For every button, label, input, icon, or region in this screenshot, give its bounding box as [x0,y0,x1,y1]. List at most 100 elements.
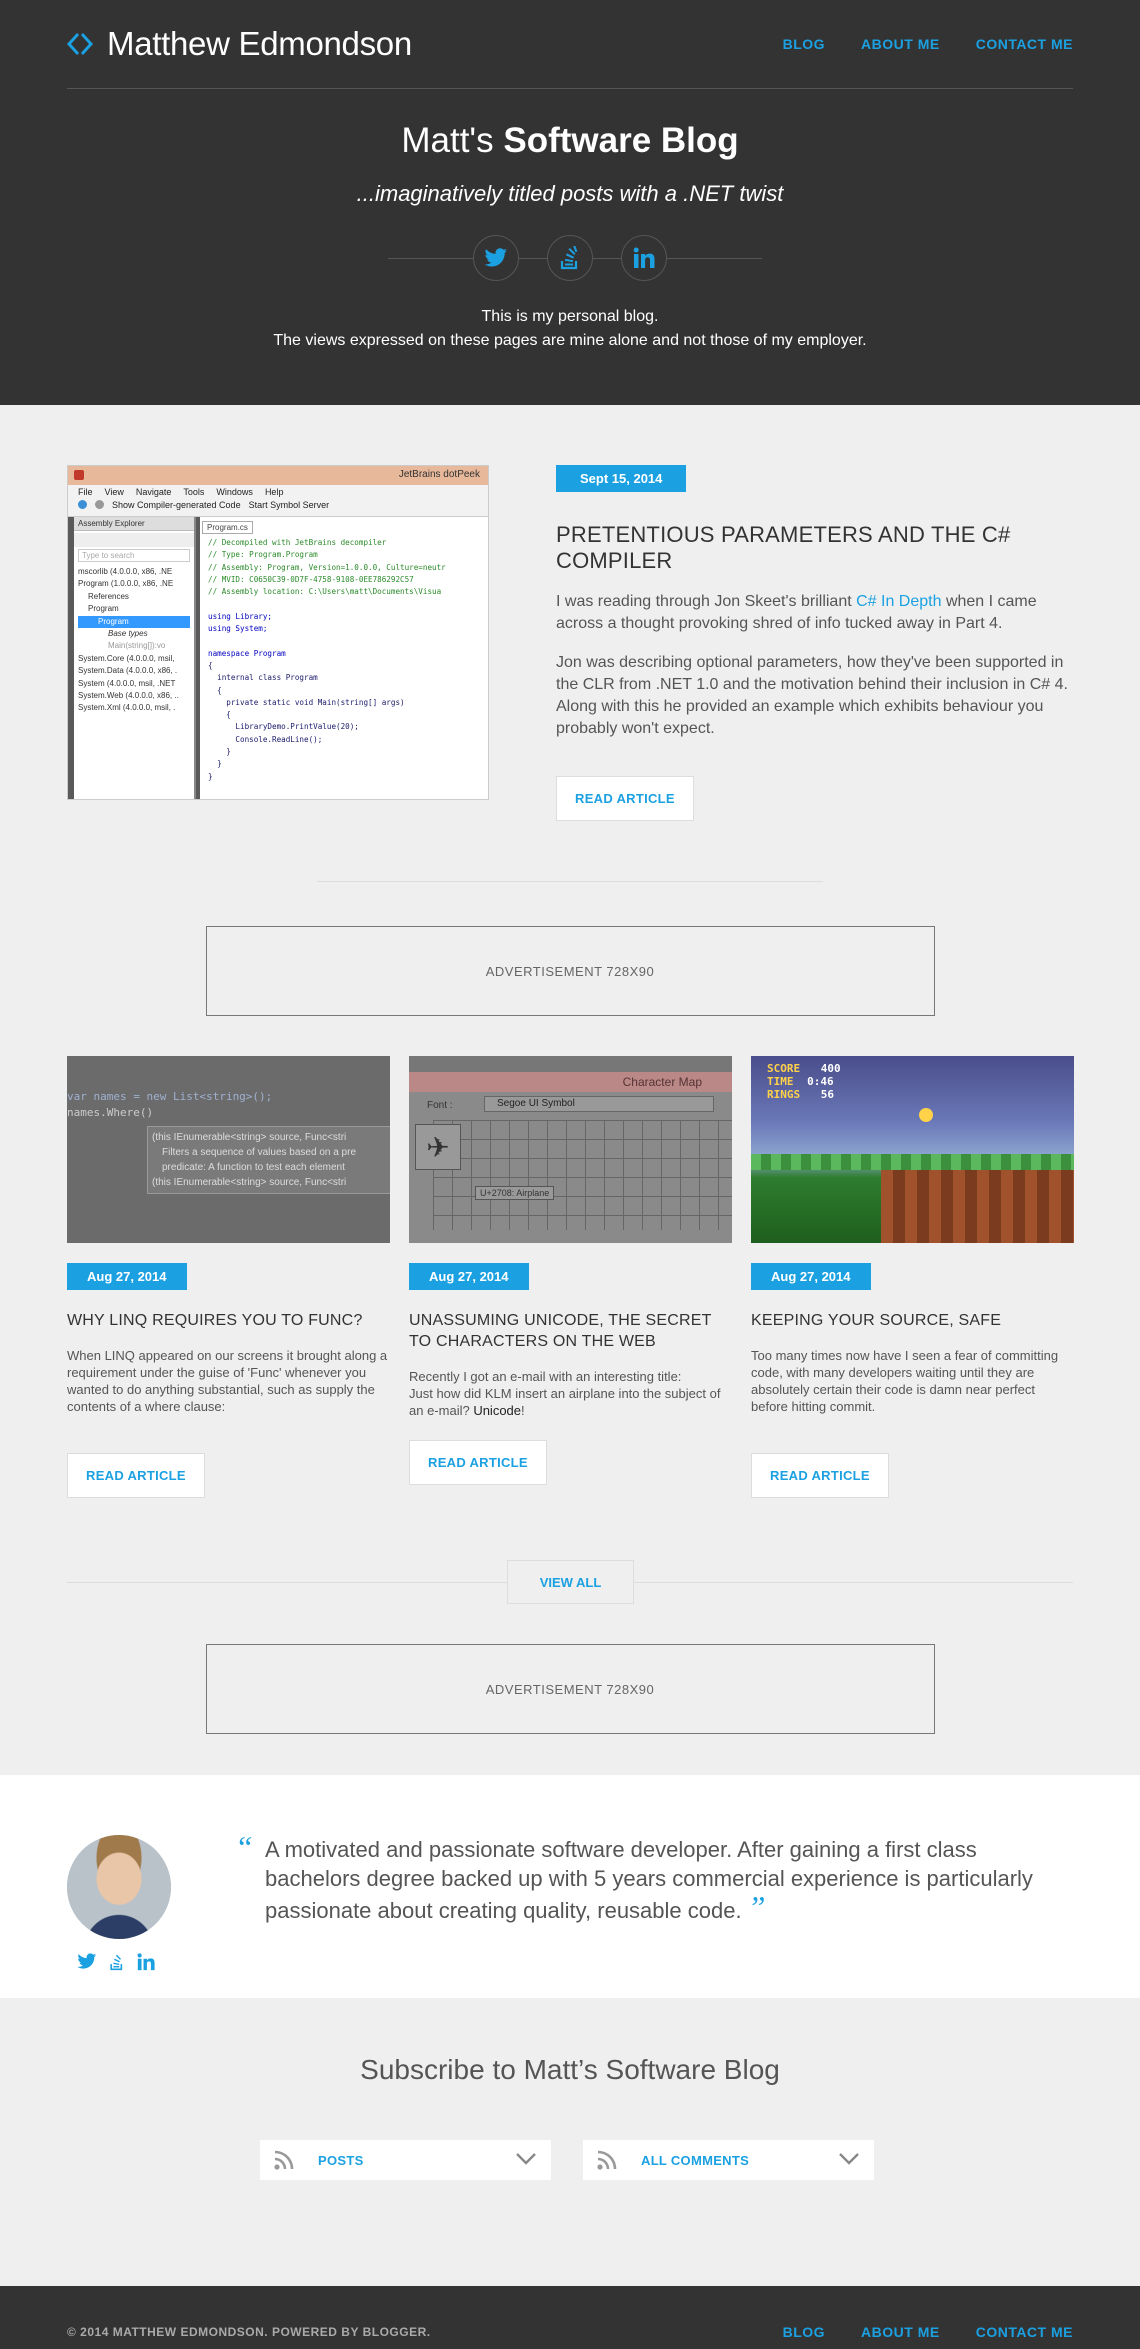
tree-item: System.Web (4.0.0.0, x86, .. [78,691,179,701]
read-article-button[interactable]: READ ARTICLE [556,776,694,821]
code-line: namespace Program [208,648,286,658]
tree-item: Base types [108,629,148,639]
twitter-icon [484,248,507,267]
about-social-links [67,1953,173,1971]
chevron-down-icon [516,2153,536,2165]
post-card-image[interactable]: var names = new List<string>(); names.Wh… [67,1056,390,1243]
window-body: Assembly Explorer Type to search mscorli… [68,517,488,799]
code-line: } [208,771,213,781]
menu-tools: Tools [183,487,205,497]
linkedin-button[interactable] [621,235,667,281]
blog-title-bold: Software Blog [503,121,739,160]
featured-post-image[interactable]: JetBrains dotPeek File View Navigate Too… [67,465,489,800]
nav-blog[interactable]: BLOG [783,36,825,52]
app-icon [74,470,84,480]
menu-file: File [78,487,93,497]
rss-icon [597,2150,617,2170]
advertisement-banner[interactable]: ADVERTISEMENT 728X90 [205,1644,935,1734]
post-card-image[interactable]: SCORE 400 TIME 0:46 RINGS 56 [751,1056,1074,1243]
code-line: using Library; [208,611,273,621]
top-bar: Matthew Edmondson BLOG ABOUT ME CONTACT … [67,0,1073,89]
tree-item: Program (1.0.0.0, x86, .NE [78,579,174,589]
view-all-button[interactable]: VIEW ALL [507,1560,634,1604]
tree-item: System.Core (4.0.0.0, msil, [78,653,175,663]
footer-nav-about-me[interactable]: ABOUT ME [861,2324,940,2340]
view-all-row: VIEW ALL [67,1560,1073,1604]
rss-icon [274,2150,294,2170]
book-link[interactable]: C# In Depth [856,593,941,610]
tree-item: Program [88,604,119,614]
twitter-icon[interactable] [77,1953,97,1970]
featured-post-body: Sept 15, 2014 PRETENTIOUS PARAMETERS AND… [556,465,1073,821]
code-line: Console.ReadLine(); [208,734,323,744]
post-card: Character Map Font : Segoe UI Symbol ✈ U… [409,1056,732,1498]
code-line: // Type: Program.Program [208,550,318,560]
footer-nav-blog[interactable]: BLOG [783,2324,825,2340]
blog-tagline: ...imaginatively titled posts with a .NE… [356,181,784,206]
tree-item-selected: Program [78,615,190,629]
window-title: JetBrains dotPeek [398,469,480,480]
read-article-button[interactable]: READ ARTICLE [67,1453,205,1498]
menu-windows: Windows [216,487,253,497]
advertisement-banner[interactable]: ADVERTISEMENT 728X90 [205,926,935,1016]
post-excerpt-2: Jon was describing optional parameters, … [556,654,1068,737]
blog-title-prefix: Matt's [401,121,494,160]
post-excerpt-1: I was reading through Jon Skeet's brilli… [556,593,1037,632]
read-article-button[interactable]: READ ARTICLE [409,1440,547,1485]
nav-about-me[interactable]: ABOUT ME [861,36,940,52]
post-title[interactable]: WHY LINQ REQUIRES YOU TO FUNC? [67,1310,390,1331]
section-divider [317,881,823,882]
window-titlebar: JetBrains dotPeek [68,466,488,485]
post-cards: var names = new List<string>(); names.Wh… [67,1056,1074,1498]
subscribe-section: Subscribe to Matt’s Software Blog POSTS … [0,1998,1140,2286]
post-card: var names = new List<string>(); names.Wh… [67,1056,390,1498]
post-title[interactable]: KEEPING YOUR SOURCE, SAFE [751,1310,1074,1331]
brand[interactable]: Matthew Edmondson [67,25,412,63]
menu-view: View [104,487,124,497]
tree-item: System (4.0.0.0, msil, .NET [78,678,176,688]
image-code-line: var names = new List<string>(); [67,1090,273,1103]
back-icon [78,500,87,509]
author-bio-quote: “ A motivated and passionate software de… [235,1831,1035,1971]
subscribe-posts-dropdown[interactable]: POSTS [260,2140,551,2180]
menu-navigate: Navigate [135,487,172,497]
main-nav: BLOG ABOUT ME CONTACT ME [783,36,1073,52]
code-line: { [208,710,231,720]
code-block: // Decompiled with JetBrains decompiler /… [200,535,488,785]
subscribe-comments-dropdown[interactable]: ALL COMMENTS [583,2140,874,2180]
stackoverflow-button[interactable] [547,235,593,281]
twitter-button[interactable] [473,235,519,281]
disclaimer: This is my personal blog. The views expr… [67,305,1073,353]
post-title[interactable]: PRETENTIOUS PARAMETERS AND THE C# COMPIL… [556,522,1073,574]
brand-name: Matthew Edmondson [107,25,412,62]
game-ring [919,1108,933,1122]
charmap-body: Font : Segoe UI Symbol ✈ U+2708: Airplan… [409,1092,732,1243]
post-excerpt: Recently I got an e-mail with an interes… [409,1369,721,1418]
post-card-image[interactable]: Character Map Font : Segoe UI Symbol ✈ U… [409,1056,732,1243]
tree-item: mscorlib (4.0.0.0, x86, .NE [78,567,173,576]
nav-contact-me[interactable]: CONTACT ME [976,36,1073,52]
code-line: LibraryDemo.PrintValue(20); [208,722,359,732]
code-brackets-icon [67,32,93,56]
post-title[interactable]: UNASSUMING UNICODE, THE SECRET TO CHARAC… [409,1310,732,1352]
window-menubar: File View Navigate Tools Windows Help Sh… [68,485,488,517]
code-line: // Assembly: Program, Version=1.0.0.0, C… [208,562,446,572]
code-line: // Assembly location: C:\Users\matt\Docu… [208,587,442,597]
airplane-glyph: ✈ [415,1124,461,1170]
disclaimer-line-2: The views expressed on these pages are m… [273,332,867,349]
code-line: { [208,660,213,670]
stackoverflow-icon[interactable] [109,1953,125,1971]
image-code-line: names.Where() [67,1106,154,1119]
footer-nav-contact-me[interactable]: CONTACT ME [976,2324,1073,2340]
code-line: // MVID: C0650C39-0D7F-4758-9108-0EE7862… [208,574,414,584]
footer-nav: BLOG ABOUT ME CONTACT ME [783,2324,1073,2340]
post-date: Aug 27, 2014 [67,1263,187,1290]
intellisense-tooltip: (this IEnumerable<string> source, Func<s… [147,1126,390,1194]
tree-item: Main(string[]):vo [108,641,166,651]
post-date: Aug 27, 2014 [751,1263,871,1290]
post-excerpt: When LINQ appeared on our screens it bro… [67,1348,388,1414]
linkedin-icon[interactable] [137,1953,155,1971]
read-article-button[interactable]: READ ARTICLE [751,1453,889,1498]
